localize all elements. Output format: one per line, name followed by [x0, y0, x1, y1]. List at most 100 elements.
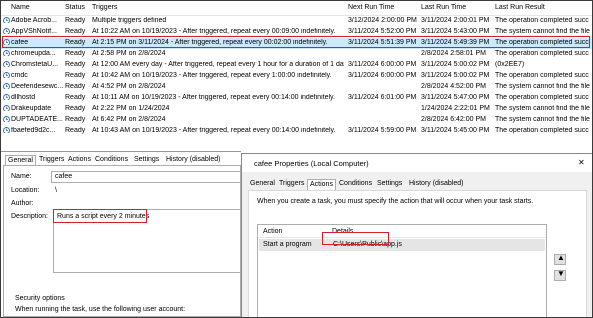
- down-arrow-icon: ▼: [557, 269, 565, 278]
- task-last-result: The operation completed succ: [495, 94, 589, 101]
- task-name: chromeupda...: [11, 50, 56, 57]
- task-triggers: At 2:22 PM on 1/24/2024: [92, 105, 170, 112]
- actions-intro-text: When you create a task, you must specify…: [257, 198, 534, 205]
- detail-tab-settings[interactable]: Settings: [132, 155, 161, 165]
- dialog-tab-settings[interactable]: Settings: [375, 179, 404, 189]
- task-status: Ready: [65, 94, 86, 101]
- actions-list[interactable]: Action Details Start a program C:\Users\…: [257, 224, 547, 317]
- task-last-run: 3/11/2024 5:00:02 PM: [421, 61, 490, 68]
- dialog-close-button[interactable]: ✕: [578, 158, 585, 167]
- task-scheduler-window: Name Status Triggers Next Run Time Last …: [0, 0, 593, 318]
- task-triggers: At 10:42 AM on 10/19/2023 - After trigge…: [92, 72, 332, 79]
- task-clock-icon: [3, 83, 10, 89]
- task-row[interactable]: Adobe Acrob... Ready Multiple triggers def…: [1, 16, 592, 27]
- dialog-tab-strip: General Triggers Actions Conditions Sett…: [248, 179, 588, 190]
- task-list: Name Status Triggers Next Run Time Last …: [1, 1, 592, 151]
- task-clock-icon: [3, 61, 10, 67]
- task-triggers: At 10:43 AM on 10/19/2023 - After trigge…: [92, 127, 336, 134]
- task-row[interactable]: Drakeupdate Ready At 2:22 PM on 1/24/2024 1…: [1, 104, 592, 115]
- highlight-box-description: [53, 209, 147, 223]
- task-last-result: The system cannot find the file: [495, 105, 590, 112]
- dialog-title-bar[interactable]: cafee Properties (Local Computer) ✕: [242, 154, 592, 172]
- actions-header-divider: [258, 237, 546, 238]
- task-row[interactable]: chromeupda... Ready At 2:58 PM on 2/8/2024…: [1, 49, 592, 60]
- task-name: fbaefed9d2c...: [11, 127, 56, 134]
- detail-tab-history[interactable]: History (disabled): [164, 155, 222, 165]
- task-clock-icon: [3, 105, 10, 111]
- task-status: Ready: [65, 116, 86, 123]
- location-label: Location:: [11, 187, 40, 194]
- task-list-header: Name Status Triggers Next Run Time Last …: [1, 1, 592, 16]
- detail-tab-triggers[interactable]: Triggers: [37, 155, 66, 165]
- highlight-box-cafee-row: [2, 36, 590, 48]
- task-status: Ready: [65, 105, 86, 112]
- name-field[interactable]: cafee: [51, 171, 241, 183]
- dialog-tab-triggers[interactable]: Triggers: [277, 179, 306, 189]
- task-last-run: 3/11/2024 5:47:00 PM: [421, 94, 490, 101]
- task-last-run: 2/8/2024 2:58:01 PM: [421, 50, 486, 57]
- dialog-tab-history[interactable]: History (disabled): [407, 179, 465, 189]
- task-name: DUPTADEATE...: [11, 116, 63, 123]
- action-row[interactable]: Start a program C:\Users\Public\app.js: [259, 239, 545, 251]
- task-status: Ready: [65, 83, 86, 90]
- move-up-button[interactable]: ▲: [554, 253, 566, 265]
- task-last-result: The operation completed succ: [495, 127, 589, 134]
- detail-tab-actions[interactable]: Actions: [66, 155, 93, 165]
- task-name: Drakeupdate: [11, 105, 52, 112]
- column-header-name[interactable]: Name: [11, 4, 30, 11]
- description-label: Description:: [11, 213, 48, 220]
- task-clock-icon: [3, 127, 10, 133]
- up-arrow-icon: ▲: [557, 253, 565, 262]
- task-last-result: The system cannot find the file: [495, 116, 590, 123]
- task-row[interactable]: ChromstetaU... Ready At 12:00 AM every day…: [1, 60, 592, 71]
- task-row[interactable]: DUPTADEATE... Ready At 6:42 PM on 2/8/2024…: [1, 115, 592, 126]
- column-header-status[interactable]: Status: [65, 4, 85, 11]
- task-triggers: At 12:00 AM every day - After triggered,…: [92, 61, 344, 68]
- task-row[interactable]: fbaefed9d2c... Ready At 10:43 AM on 10/19/…: [1, 126, 592, 137]
- actions-tab-content: When you create a task, you must specify…: [248, 190, 587, 317]
- actions-column-action[interactable]: Action: [263, 228, 282, 235]
- task-next-run: 3/11/2024 5:59:00 PM: [348, 127, 417, 134]
- task-row[interactable]: cmdc Ready At 10:42 AM on 10/19/2023 - Aft…: [1, 71, 592, 82]
- security-options-title: Security options: [15, 295, 65, 302]
- task-last-result: The operation completed succ: [495, 50, 589, 57]
- dialog-tab-actions[interactable]: Actions: [307, 179, 336, 190]
- task-last-run: 3/11/2024 5:45:00 PM: [421, 127, 490, 134]
- detail-tab-conditions[interactable]: Conditions: [93, 155, 130, 165]
- task-last-run: 3/11/2024 2:00:01 PM: [421, 17, 490, 24]
- task-next-run: 3/11/2024 5:52:00 PM: [348, 28, 417, 35]
- task-triggers: At 10:11 AM on 10/19/2023 - After trigge…: [92, 94, 335, 101]
- dialog-title: cafee Properties (Local Computer): [254, 159, 369, 168]
- column-header-last-run[interactable]: Last Run Time: [421, 4, 466, 11]
- task-name: Deefendesewc...: [11, 83, 63, 90]
- task-row[interactable]: dllhostd Ready At 10:11 AM on 10/19/2023 -…: [1, 93, 592, 104]
- name-value: cafee: [55, 173, 73, 180]
- task-last-result: (0x2EE7): [495, 61, 525, 68]
- task-status: Ready: [65, 50, 86, 57]
- task-status: Ready: [65, 127, 86, 134]
- task-triggers: At 6:42 PM on 2/8/2024: [92, 116, 166, 123]
- dialog-tab-general[interactable]: General: [248, 179, 277, 189]
- task-last-result: The operation completed succ: [495, 72, 589, 79]
- task-status: Ready: [65, 28, 86, 35]
- task-next-run: 3/11/2024 6:00:00 PM: [348, 61, 417, 68]
- task-last-result: The system cannot find the file: [495, 83, 590, 90]
- task-status: Ready: [65, 61, 86, 68]
- task-last-result: The operation completed succ: [495, 17, 589, 24]
- task-clock-icon: [3, 116, 10, 122]
- task-next-run: 3/11/2024 6:01:00 PM: [348, 94, 417, 101]
- task-clock-icon: [3, 17, 10, 23]
- column-header-last-result[interactable]: Last Run Result: [495, 4, 545, 11]
- task-name: Adobe Acrob...: [11, 17, 57, 24]
- task-row[interactable]: Deefendesewc... Ready At 4:52 PM on 2/8/20…: [1, 82, 592, 93]
- task-name: dllhostd: [11, 94, 36, 101]
- properties-dialog: cafee Properties (Local Computer) ✕ Gene…: [241, 153, 592, 317]
- task-clock-icon: [3, 94, 10, 100]
- task-clock-icon: [3, 28, 10, 34]
- action-type: Start a program: [263, 241, 312, 248]
- column-header-triggers[interactable]: Triggers: [92, 4, 117, 11]
- column-header-next-run[interactable]: Next Run Time: [348, 4, 394, 11]
- move-down-button[interactable]: ▼: [554, 269, 566, 281]
- dialog-tab-conditions[interactable]: Conditions: [337, 179, 374, 189]
- task-name: AppVShNotif...: [11, 28, 57, 35]
